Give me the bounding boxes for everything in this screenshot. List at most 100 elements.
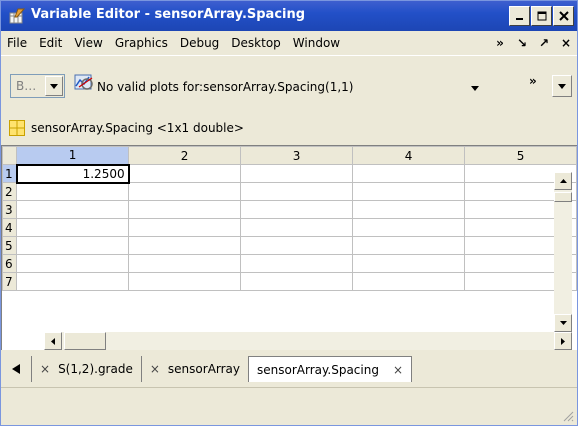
grid-cell[interactable]	[16, 236, 130, 255]
menu-close-icon[interactable]: ×	[555, 36, 577, 50]
document-tab-bar: × S(1,2).grade × sensorArray sensorArray…	[1, 354, 577, 384]
tab-close-icon[interactable]: ×	[40, 362, 50, 376]
row-header[interactable]: 3	[2, 200, 18, 219]
plot-selector-icon[interactable]	[73, 71, 95, 93]
tab-scroll-left[interactable]	[1, 364, 31, 374]
grid-cell[interactable]	[240, 272, 354, 291]
row-header[interactable]: 4	[2, 218, 18, 237]
toolbar-combo[interactable]: B…	[10, 74, 65, 98]
table-row: 5	[2, 236, 577, 255]
grid-cell[interactable]	[128, 254, 242, 273]
arrow-left-icon	[51, 337, 55, 345]
grid-cell[interactable]	[128, 164, 242, 183]
arrow-right-icon	[561, 337, 565, 345]
tab-label: sensorArray.Spacing	[257, 362, 379, 377]
tab-close-icon[interactable]: ×	[393, 363, 403, 377]
resize-grip-icon[interactable]	[562, 410, 574, 422]
grid-cell[interactable]	[352, 182, 466, 201]
minimize-button[interactable]	[509, 6, 530, 26]
menu-debug[interactable]: Debug	[174, 31, 225, 55]
grid-cell[interactable]	[352, 218, 466, 237]
toolbar: B… No valid plots for:sensorArray.Spacin…	[1, 55, 577, 105]
undock-icon[interactable]: ↗	[533, 36, 555, 50]
scroll-left-button[interactable]	[44, 332, 62, 350]
chevron-down-icon[interactable]	[45, 76, 63, 96]
spreadsheet[interactable]: 1 2 3 4 5 1 1.2500 2 3 4 5 6 7	[1, 145, 577, 350]
array-grid-icon	[9, 120, 25, 136]
maximize-button[interactable]	[531, 6, 552, 26]
row-header[interactable]: 7	[2, 272, 18, 291]
grid-cell-active[interactable]: 1.2500	[15, 163, 130, 184]
column-header[interactable]: 5	[464, 146, 577, 165]
row-header[interactable]: 5	[2, 236, 18, 255]
menu-overflow-icon[interactable]: »	[489, 36, 511, 50]
toolbar-combo-value: B…	[16, 79, 37, 93]
scroll-up-button[interactable]	[554, 172, 572, 190]
grid-cell[interactable]	[16, 218, 130, 237]
grid-cell[interactable]	[240, 182, 354, 201]
toolbar-dropdown-button[interactable]	[552, 75, 572, 97]
table-row: 6	[2, 254, 577, 273]
row-header[interactable]: 2	[2, 182, 18, 201]
horizontal-scrollbar[interactable]	[44, 332, 572, 350]
data-grid[interactable]: 1 2 3 4 5 1 1.2500 2 3 4 5 6 7	[2, 146, 577, 291]
column-header[interactable]: 2	[128, 146, 242, 165]
table-row: 4	[2, 218, 577, 237]
menu-graphics[interactable]: Graphics	[109, 31, 174, 55]
column-header[interactable]: 1	[16, 146, 130, 165]
variable-label: sensorArray.Spacing <1x1 double>	[31, 121, 244, 135]
grid-cell[interactable]	[128, 236, 242, 255]
toolbar-overflow-icon[interactable]: »	[529, 74, 537, 88]
grid-cell[interactable]	[128, 218, 242, 237]
tab-sensorarray-spacing[interactable]: sensorArray.Spacing ×	[248, 356, 413, 382]
title-bar[interactable]: Variable Editor - sensorArray.Spacing	[1, 1, 577, 31]
grid-cell[interactable]	[16, 254, 130, 273]
grid-cell[interactable]	[128, 182, 242, 201]
menu-edit[interactable]: Edit	[33, 31, 68, 55]
tab-close-icon[interactable]: ×	[150, 362, 160, 376]
window-title: Variable Editor - sensorArray.Spacing	[31, 7, 306, 22]
menu-desktop[interactable]: Desktop	[225, 31, 287, 55]
tab-label: S(1,2).grade	[58, 362, 133, 376]
vertical-scrollbar[interactable]	[554, 172, 572, 332]
column-header[interactable]: 4	[352, 146, 466, 165]
plot-dropdown-icon[interactable]	[471, 86, 479, 91]
grid-cell[interactable]	[352, 200, 466, 219]
arrow-up-icon	[559, 179, 567, 183]
grid-cell[interactable]	[16, 182, 130, 201]
grid-cell[interactable]	[240, 236, 354, 255]
row-header[interactable]: 1	[2, 164, 18, 183]
scroll-down-button[interactable]	[554, 314, 572, 332]
grid-corner[interactable]	[2, 146, 18, 165]
horizontal-scroll-thumb[interactable]	[64, 332, 106, 350]
grid-cell[interactable]	[240, 164, 354, 183]
menu-file[interactable]: File	[1, 31, 33, 55]
close-button[interactable]	[553, 6, 574, 26]
menu-view[interactable]: View	[68, 31, 108, 55]
tab-s-grade[interactable]: × S(1,2).grade	[31, 356, 141, 382]
dock-icon[interactable]: ↘	[511, 36, 533, 50]
variable-editor-window: Variable Editor - sensorArray.Spacing Fi…	[0, 0, 578, 426]
tab-sensorarray[interactable]: × sensorArray	[140, 356, 248, 382]
grid-cell[interactable]	[352, 254, 466, 273]
table-row: 3	[2, 200, 577, 219]
menu-window[interactable]: Window	[287, 31, 346, 55]
grid-cell[interactable]	[128, 200, 242, 219]
variable-info: sensorArray.Spacing <1x1 double>	[1, 111, 577, 145]
grid-cell[interactable]	[128, 272, 242, 291]
tab-label: sensorArray	[167, 362, 241, 376]
grid-cell[interactable]	[352, 272, 466, 291]
vertical-scroll-thumb[interactable]	[554, 192, 572, 202]
grid-cell[interactable]	[16, 200, 130, 219]
grid-cell[interactable]	[240, 200, 354, 219]
close-icon	[558, 11, 569, 21]
grid-cell[interactable]	[240, 218, 354, 237]
grid-cell[interactable]	[352, 164, 466, 183]
row-header[interactable]: 6	[2, 254, 18, 273]
grid-cell[interactable]	[16, 272, 130, 291]
plot-status-text: No valid plots for:sensorArray.Spacing(1…	[97, 80, 354, 94]
grid-cell[interactable]	[240, 254, 354, 273]
column-header[interactable]: 3	[240, 146, 354, 165]
scroll-right-button[interactable]	[554, 332, 572, 350]
grid-cell[interactable]	[352, 236, 466, 255]
